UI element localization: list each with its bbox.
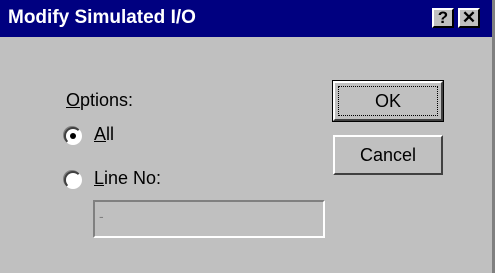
options-label: Options: <box>66 90 134 110</box>
ok-button[interactable]: OK <box>332 80 444 122</box>
cancel-button[interactable]: Cancel <box>333 135 443 175</box>
all-radio-label[interactable]: All <box>94 124 114 145</box>
dialog-window: Modify Simulated I/O ? ✕ Options: All Li… <box>0 0 495 273</box>
close-icon[interactable]: ✕ <box>458 8 480 28</box>
help-icon[interactable]: ? <box>432 8 454 28</box>
all-radio[interactable] <box>64 127 82 145</box>
title-bar[interactable]: Modify Simulated I/O ? ✕ <box>0 0 492 37</box>
line-number-input[interactable]: - <box>93 200 325 238</box>
radio-selected-dot <box>70 133 76 139</box>
window-title: Modify Simulated I/O <box>8 7 196 28</box>
line-no-radio-label[interactable]: Line No: <box>94 168 161 189</box>
line-no-radio[interactable] <box>64 171 82 189</box>
focus-rectangle <box>338 86 438 116</box>
